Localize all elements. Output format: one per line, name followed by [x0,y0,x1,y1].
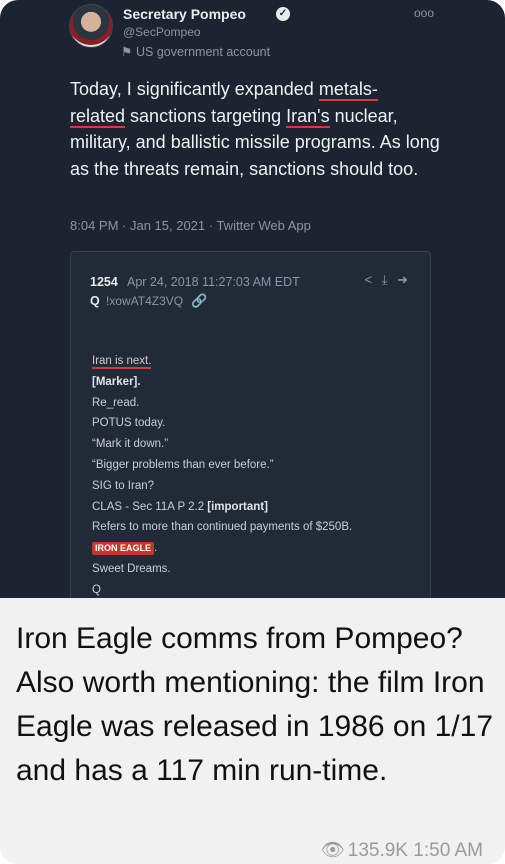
flag-icon: ⚑ [121,45,133,59]
post-line: SIG to Iran? [92,479,155,492]
post-line: [Marker]. [92,375,141,388]
post-actions: < ⤓ ➜ [359,272,409,288]
tweet-author-name: Secretary Pompeo [123,6,246,22]
download-icon[interactable]: ⤓ [382,272,388,287]
gov-account-label: ⚑ US government account [121,44,270,59]
view-count: 135.9K [347,840,408,861]
gov-label-text: US government account [136,45,271,59]
tweet-text-underlined: Iran's [286,105,330,128]
arrow-icon[interactable]: ➜ [397,272,408,287]
message-footer: 👁 135.9K 1:50 AM [321,838,483,862]
more-icon: ooo [414,6,435,20]
post-line: Q [92,583,101,596]
link-icon[interactable]: 🔗 [191,293,207,309]
post-line: “Mark it down.” [92,438,169,451]
tweet-meta: 8:04 PM · Jan 15, 2021 · Twitter Web App [70,218,311,233]
message-caption: Iron Eagle comms from Pompeo? Also worth… [16,622,494,787]
post-line: Iran is next. [92,355,152,369]
iron-eagle-badge: IRON EAGLE [92,542,155,556]
post-line: POTUS today. [92,417,166,430]
share-icon[interactable]: < [365,272,373,287]
post-number: 1254 [90,275,118,289]
post-line: Sweet Dreams. [92,562,171,575]
views-icon: 👁 [320,840,345,861]
post-line-text: . [154,542,158,555]
q-post-card: 1254 Apr 24, 2018 11:27:03 AM EDT < ⤓ ➜ … [70,251,431,598]
post-line: CLAS - Sec 11A P 2.2 [important] [92,497,422,518]
post-line: “Bigger problems than ever before.” [92,458,274,471]
message-bubble: Secretary Pompeo ✓ @SecPompeo ooo ⚑ US go… [0,0,505,864]
post-date: Apr 24, 2018 11:27:03 AM EDT [127,275,300,289]
post-line-bold: [important] [207,500,268,513]
tweet-handle: @SecPompeo [123,25,201,39]
post-body: Iran is next. [Marker]. Re_read. POTUS t… [92,351,422,598]
post-line: Refers to more than continued payments o… [92,521,353,534]
post-line: Re_read. [92,396,140,409]
post-author: Q [90,294,100,308]
message-time: 1:50 AM [413,840,483,861]
tweet-text-part: Today, I significantly expanded [70,79,319,99]
post-line-text: CLAS - Sec 11A P 2.2 [92,500,208,513]
post-tripcode: !xowAT4Z3VQ [106,294,184,308]
tweet-text-part: sanctions targeting [125,105,287,126]
embedded-screenshot[interactable]: Secretary Pompeo ✓ @SecPompeo ooo ⚑ US go… [0,0,505,598]
tweet-text: Today, I significantly expanded metals- … [70,76,450,182]
verified-icon: ✓ [276,7,290,21]
post-line: IRON EAGLE. [92,538,422,559]
author-avatar [69,4,113,48]
